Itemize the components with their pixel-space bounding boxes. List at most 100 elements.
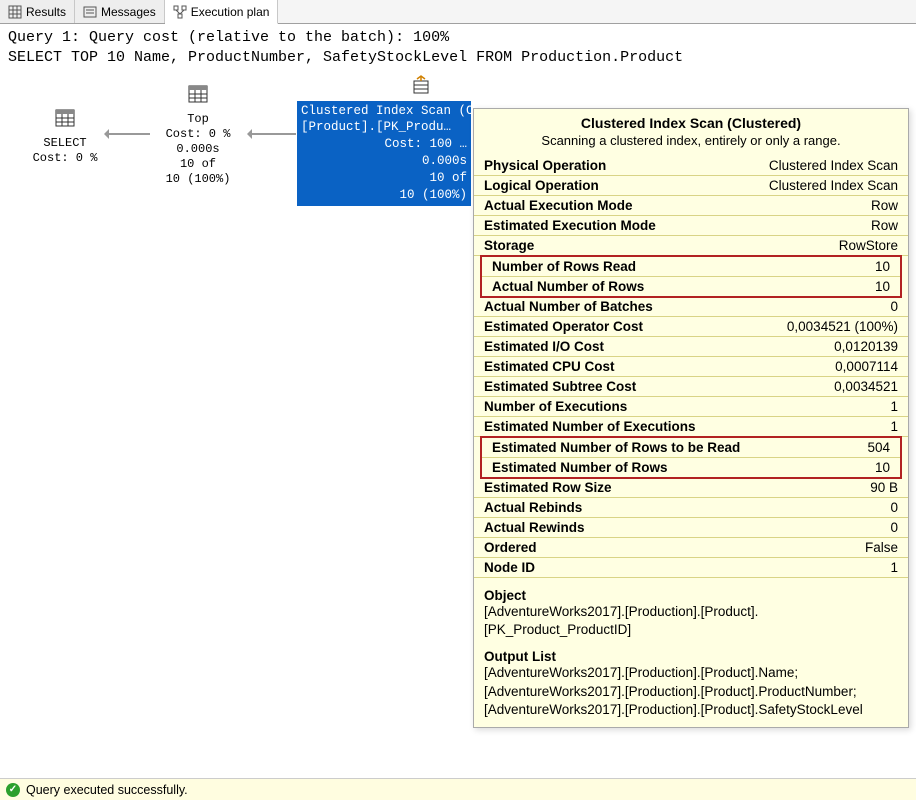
property-key: Estimated Operator Cost	[484, 319, 643, 334]
tooltip-properties-block-3: Estimated Row Size90 BActual Rebinds0Act…	[474, 478, 908, 578]
property-key: Estimated Subtree Cost	[484, 379, 636, 394]
tooltip-property-row: OrderedFalse	[474, 538, 908, 558]
property-value: RowStore	[839, 238, 898, 253]
tooltip-property-row: Estimated Subtree Cost 0,0034521	[474, 377, 908, 397]
tooltip-property-row: Number of Executions1	[474, 397, 908, 417]
node-title: Top	[148, 112, 248, 127]
property-value: Row	[871, 198, 898, 213]
tooltip-property-row: Actual Rebinds 0	[474, 498, 908, 518]
tooltip-property-row: Physical Operation Clustered Index Scan	[474, 156, 908, 176]
table-icon	[54, 107, 76, 134]
node-time: 0.000s	[148, 142, 248, 157]
property-value: False	[865, 540, 898, 555]
tab-bar: Results Messages Execution plan	[0, 0, 916, 24]
property-key: Node ID	[484, 560, 535, 575]
node-time: 0.000s	[301, 153, 467, 170]
property-key: Actual Execution Mode	[484, 198, 633, 213]
tooltip-property-row: Estimated Number of Rows 10	[482, 458, 900, 477]
operator-tooltip: Clustered Index Scan (Clustered) Scannin…	[473, 108, 909, 728]
tooltip-property-row: Estimated Number of Executions 1	[474, 417, 908, 437]
property-key: Estimated Number of Executions	[484, 419, 696, 434]
node-title: Clustered Index Scan (Clust	[301, 103, 467, 120]
tooltip-property-row: Estimated I/O Cost 0,0120139	[474, 337, 908, 357]
node-cost: Cost: 100 …	[301, 136, 467, 153]
plan-arrow	[105, 133, 150, 135]
plan-node-select[interactable]: SELECT Cost: 0 %	[25, 107, 105, 166]
status-bar: ✓ Query executed successfully.	[0, 778, 916, 800]
node-title: SELECT	[25, 136, 105, 151]
tooltip-highlight-rows-read: Number of Rows Read10Actual Number of Ro…	[480, 255, 902, 298]
tooltip-property-row: Logical Operation Clustered Index Scan	[474, 176, 908, 196]
property-value: 1	[890, 399, 898, 414]
node-object: [Product].[PK_Produ…	[301, 119, 467, 136]
tooltip-output-body: [AdventureWorks2017].[Production].[Produ…	[484, 664, 898, 719]
property-value: 0,0034521 (100%)	[787, 319, 898, 334]
property-key: Actual Rewinds	[484, 520, 585, 535]
tooltip-property-row: Estimated Row Size 90 B	[474, 478, 908, 498]
property-value: 10	[875, 259, 890, 274]
tooltip-properties-block-2: Actual Number of Batches0Estimated Opera…	[474, 297, 908, 437]
property-key: Estimated CPU Cost	[484, 359, 615, 374]
tooltip-property-row: Node ID 1	[474, 558, 908, 578]
plan-node-top[interactable]: Top Cost: 0 % 0.000s 10 of 10 (100%)	[148, 83, 248, 187]
property-value: 0	[890, 520, 898, 535]
tooltip-object-body: [AdventureWorks2017].[Production].[Produ…	[484, 603, 898, 639]
tooltip-property-row: Actual Rewinds 0	[474, 518, 908, 538]
tooltip-property-row: Estimated Number of Rows to be Read504	[482, 438, 900, 458]
property-key: Estimated Number of Rows	[492, 460, 668, 475]
tab-results[interactable]: Results	[0, 0, 75, 23]
tab-label: Messages	[101, 5, 156, 19]
tooltip-description: Scanning a clustered index, entirely or …	[474, 133, 908, 156]
property-key: Logical Operation	[484, 178, 599, 193]
tooltip-property-row: Estimated CPU Cost 0,0007114	[474, 357, 908, 377]
property-value: 0,0120139	[834, 339, 898, 354]
success-icon: ✓	[6, 783, 20, 797]
property-value: 90 B	[870, 480, 898, 495]
tab-label: Results	[26, 5, 66, 19]
property-key: Physical Operation	[484, 158, 606, 173]
table-icon	[187, 83, 209, 110]
property-key: Actual Rebinds	[484, 500, 582, 515]
property-value: Clustered Index Scan	[769, 158, 898, 173]
property-value: 0,0007114	[835, 359, 898, 374]
property-value: Row	[871, 218, 898, 233]
tooltip-property-row: Actual Number of Batches0	[474, 297, 908, 317]
status-text: Query executed successfully.	[26, 783, 188, 797]
tooltip-property-row: Estimated Operator Cost 0,0034521 (100%)	[474, 317, 908, 337]
property-key: Estimated Execution Mode	[484, 218, 656, 233]
property-value: 0,0034521	[834, 379, 898, 394]
tooltip-property-row: Actual Number of Rows10	[482, 277, 900, 296]
plan-icon	[173, 5, 187, 19]
tooltip-highlight-est-rows: Estimated Number of Rows to be Read504Es…	[480, 436, 902, 479]
plan-node-clustered-scan[interactable]: Clustered Index Scan (Clust[Product].[PK…	[297, 101, 471, 206]
tooltip-property-row: Storage RowStore	[474, 236, 908, 256]
query-sql-line: SELECT TOP 10 Name, ProductNumber, Safet…	[8, 49, 683, 66]
tooltip-object-title: Object	[484, 588, 898, 603]
property-key: Actual Number of Rows	[492, 279, 644, 294]
property-key: Estimated Row Size	[484, 480, 612, 495]
clustered-index-scan-icon	[410, 75, 432, 100]
tooltip-property-row: Number of Rows Read10	[482, 257, 900, 277]
tooltip-title: Clustered Index Scan (Clustered)	[474, 115, 908, 133]
node-rows: 10 of	[148, 157, 248, 172]
node-rows2: 10 (100%)	[301, 187, 467, 204]
tab-messages[interactable]: Messages	[75, 0, 165, 23]
property-value: 10	[875, 460, 890, 475]
property-value: 0	[890, 299, 898, 314]
tab-execution-plan[interactable]: Execution plan	[165, 0, 279, 24]
node-cost: Cost: 0 %	[25, 151, 105, 166]
node-cost: Cost: 0 %	[148, 127, 248, 142]
property-value: Clustered Index Scan	[769, 178, 898, 193]
property-value: 1	[890, 419, 898, 434]
node-rows: 10 of	[301, 170, 467, 187]
property-key: Estimated Number of Rows to be Read	[492, 440, 740, 455]
property-key: Estimated I/O Cost	[484, 339, 604, 354]
property-value: 0	[890, 500, 898, 515]
query-cost-line: Query 1: Query cost (relative to the bat…	[8, 29, 449, 46]
tab-label: Execution plan	[191, 5, 270, 19]
property-key: Storage	[484, 238, 534, 253]
tooltip-property-row: Estimated Execution Mode Row	[474, 216, 908, 236]
property-value: 1	[890, 560, 898, 575]
tooltip-property-row: Actual Execution Mode Row	[474, 196, 908, 216]
plan-arrow	[248, 133, 296, 135]
